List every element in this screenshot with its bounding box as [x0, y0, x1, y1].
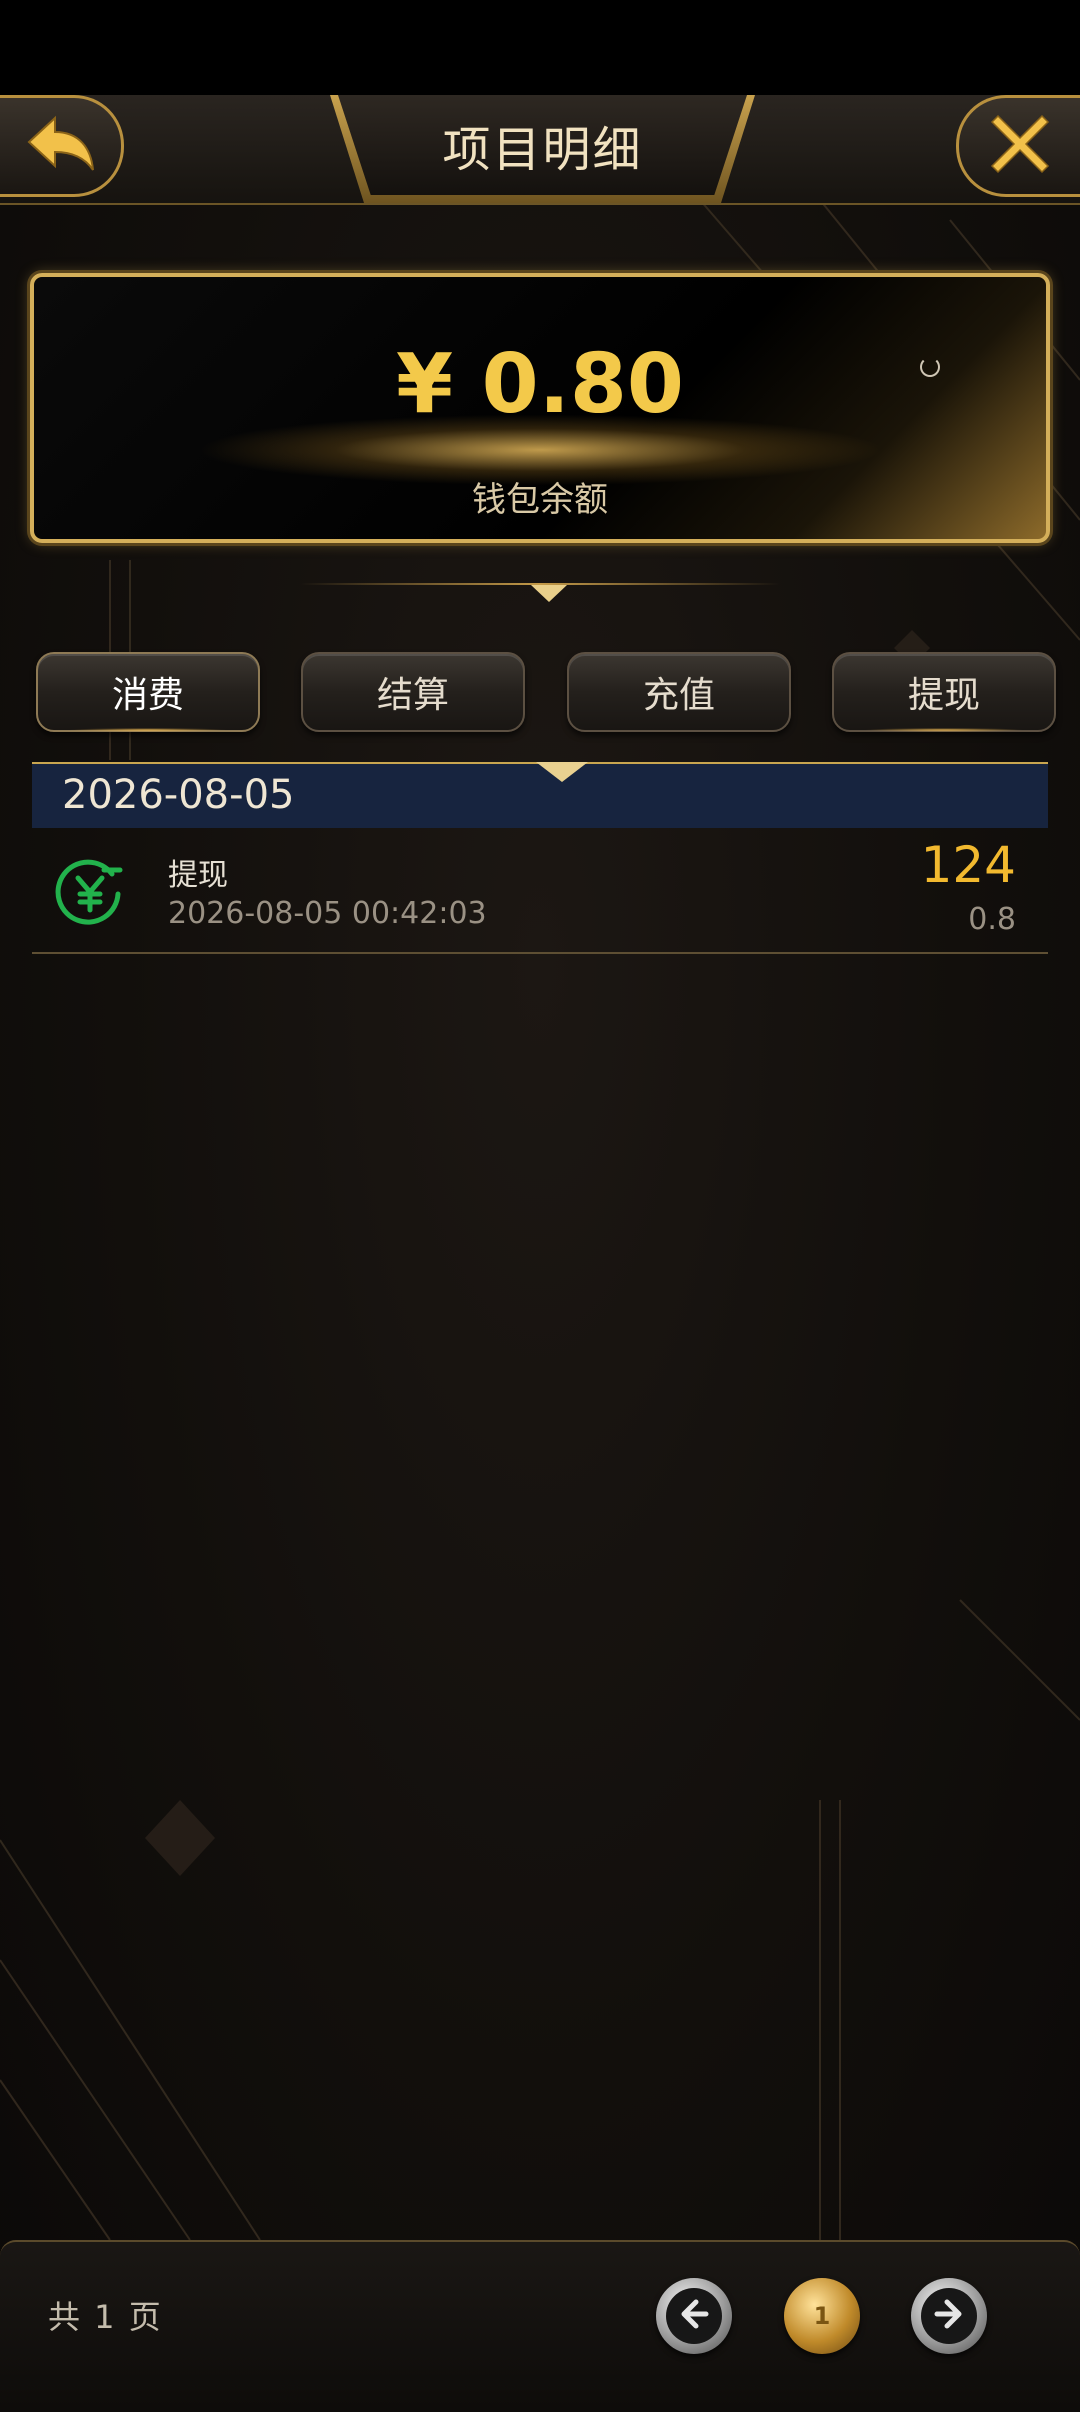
record-type: 提现: [168, 858, 228, 893]
group-date: 2026-08-05: [62, 772, 295, 818]
tab-label: 结算: [376, 675, 449, 716]
status-bar: [0, 0, 1080, 95]
loading-spinner-icon: [920, 357, 940, 377]
tab-label: 提现: [907, 675, 980, 716]
record-balance: 0.8: [968, 902, 1016, 937]
tab-recharge[interactable]: 充值: [567, 652, 791, 732]
tab-consume[interactable]: 消费: [36, 652, 260, 732]
tab-label: 充值: [642, 675, 715, 716]
prev-page-button[interactable]: [656, 2278, 732, 2354]
close-icon: [988, 112, 1052, 180]
screen: 项目明细 ¥ 0.80 钱包余额 消费 结算 充值 提现 2026-08-05: [0, 0, 1080, 2412]
arrow-left-icon: [674, 2294, 714, 2338]
pointer-triangle-icon: [531, 585, 567, 602]
next-page-button[interactable]: [911, 2278, 987, 2354]
page-title: 项目明细: [442, 122, 643, 178]
page-count-label: 共 1 页: [48, 2298, 163, 2336]
date-pointer-triangle-icon: [536, 762, 588, 782]
list-item[interactable]: 提现 2026-08-05 00:42:03 124 0.8: [32, 830, 1048, 954]
balance-label: 钱包余额: [472, 480, 608, 520]
close-button[interactable]: [956, 95, 1080, 197]
tab-settlement[interactable]: 结算: [301, 652, 525, 732]
arrow-right-icon: [929, 2294, 969, 2338]
current-page-number: 1: [813, 2302, 831, 2330]
balance-amount: ¥ 0.80: [396, 337, 684, 432]
tab-label: 消费: [111, 675, 184, 716]
wallet-balance-card: ¥ 0.80 钱包余额: [30, 273, 1050, 543]
title-plate: 项目明细: [338, 95, 747, 195]
yuan-withdraw-icon: [52, 854, 128, 930]
back-arrow-icon: [25, 114, 97, 178]
tab-withdraw[interactable]: 提现: [832, 652, 1056, 732]
record-amount: 124: [920, 836, 1016, 894]
tab-glow: [864, 728, 1024, 732]
back-button[interactable]: [0, 95, 124, 197]
current-page-button[interactable]: 1: [784, 2278, 860, 2354]
record-timestamp: 2026-08-05 00:42:03: [168, 896, 487, 931]
tab-active-glow: [68, 728, 228, 732]
